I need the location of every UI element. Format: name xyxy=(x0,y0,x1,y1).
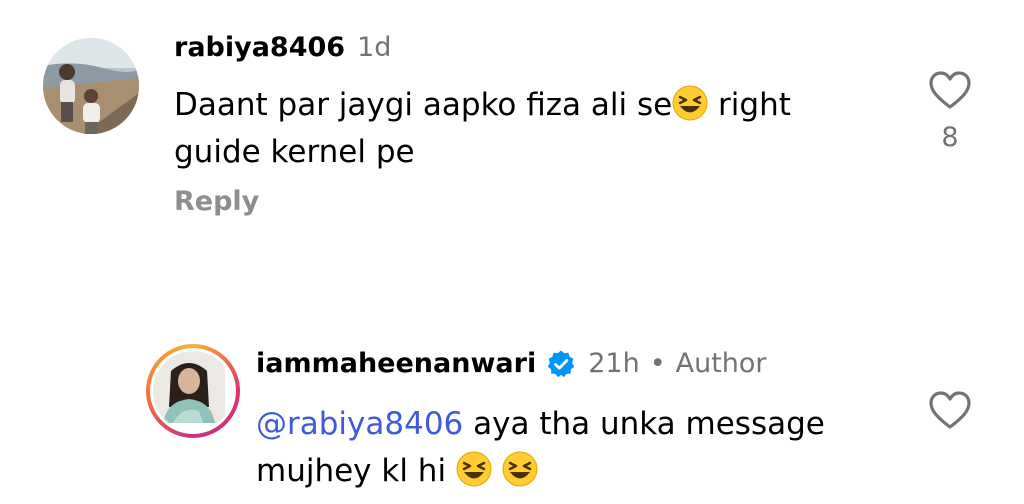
avatar-photo xyxy=(43,38,139,134)
reply-text-part: mujhey kl hi xyxy=(256,453,456,489)
reply-button[interactable]: Reply xyxy=(174,186,259,217)
reply-item: iammaheenanwari 21h • Author @rabiya8406… xyxy=(0,330,1024,504)
username[interactable]: iammaheenanwari xyxy=(256,348,536,379)
separator-dot: • xyxy=(649,348,666,379)
avatar[interactable] xyxy=(43,38,139,134)
username[interactable]: rabiya8406 xyxy=(174,32,345,63)
reply-text-part: aya tha unka message xyxy=(463,406,825,442)
comment-header: rabiya8406 1d xyxy=(174,32,391,63)
comment-item: rabiya8406 1d Daant par jaygi aapko fiza… xyxy=(0,0,1024,260)
timestamp: 1d xyxy=(357,32,392,63)
reply-text: @rabiya8406 aya tha unka message mujhey … xyxy=(256,401,825,495)
timestamp: 21h xyxy=(588,348,640,379)
heart-icon[interactable] xyxy=(928,70,972,110)
comment-line-2: guide kernel pe xyxy=(174,134,415,170)
laughing-face-emoji xyxy=(502,451,538,487)
avatar-border xyxy=(150,348,236,434)
reply-header: iammaheenanwari 21h • Author xyxy=(256,348,767,379)
reply-line-2: mujhey kl hi xyxy=(256,448,825,495)
avatar xyxy=(153,351,233,431)
laughing-face-emoji xyxy=(456,451,492,487)
like-column xyxy=(920,390,980,430)
verified-badge-icon xyxy=(548,350,575,377)
story-ring[interactable] xyxy=(146,344,240,438)
comment-text-part: right xyxy=(708,87,791,123)
comment-line-1: Daant par jaygi aapko fiza ali se right xyxy=(174,82,791,129)
mention-link[interactable]: @rabiya8406 xyxy=(256,406,463,442)
like-column: 8 xyxy=(920,70,980,153)
like-count: 8 xyxy=(941,122,959,153)
heart-icon[interactable] xyxy=(928,390,972,430)
avatar-photo xyxy=(153,351,225,423)
reply-line-1: @rabiya8406 aya tha unka message xyxy=(256,401,825,448)
author-label: Author xyxy=(675,348,767,379)
comment-text-part: Daant par jaygi aapko fiza ali se xyxy=(174,87,673,123)
comment-text: Daant par jaygi aapko fiza ali se right … xyxy=(174,82,791,176)
laughing-face-emoji xyxy=(672,85,708,121)
